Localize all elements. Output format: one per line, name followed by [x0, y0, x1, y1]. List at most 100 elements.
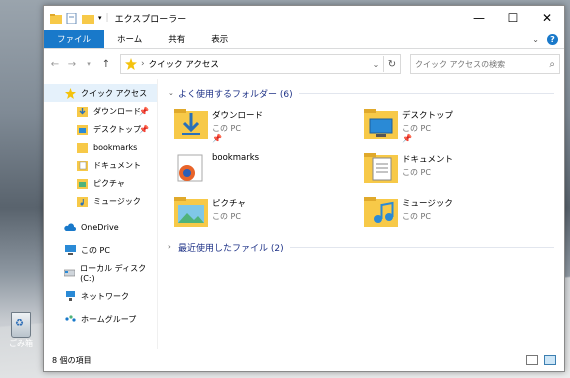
group-header-label: よく使用するフォルダー (6) [178, 89, 293, 100]
sidebar-item-pictures[interactable]: ピクチャ [44, 174, 157, 192]
title-bar[interactable]: ▾ | エクスプローラー — ☐ ✕ [44, 6, 564, 30]
folder-location: この PC [212, 124, 241, 133]
folder-tile-music[interactable]: ミュージック この PC [364, 193, 554, 233]
address-bar[interactable]: › クイック アクセス ⌄ ↻ [120, 54, 401, 74]
network-icon [64, 290, 76, 302]
desktop-folder-icon [364, 109, 398, 139]
folder-icon [50, 13, 62, 24]
address-row: ← → ▾ ↑ › クイック アクセス ⌄ ↻ ⌕ [44, 49, 564, 79]
sidebar-item-label: ドキュメント [93, 160, 141, 170]
recycle-bin-icon [11, 312, 31, 338]
sidebar-item-label: ダウンロード [93, 106, 141, 116]
desktop-folder-icon [76, 123, 88, 135]
firefox-folder-icon [177, 154, 203, 182]
sidebar-item-music[interactable]: ミュージック [44, 192, 157, 210]
collapse-chevron-icon[interactable]: ⌄ [168, 89, 178, 97]
sidebar-item-local-disk[interactable]: ローカル ディスク (C:) [44, 264, 157, 283]
qat-dropdown-icon[interactable]: ▾ [98, 14, 102, 22]
folder-name: ミュージック [402, 199, 453, 209]
folder-location: この PC [402, 168, 431, 177]
download-folder-icon [76, 105, 88, 117]
new-folder-icon[interactable] [82, 13, 94, 24]
sidebar-item-this-pc[interactable]: この PC [44, 241, 157, 259]
star-icon [64, 87, 76, 99]
tab-share[interactable]: 共有 [155, 30, 198, 48]
explorer-window: ▾ | エクスプローラー — ☐ ✕ ファイル ホーム 共有 表示 ⌄ ? ← … [43, 5, 565, 372]
minimize-button[interactable]: — [462, 6, 496, 30]
large-icons-view-icon[interactable] [544, 355, 556, 365]
pin-icon[interactable]: 📌 [402, 134, 453, 143]
pin-icon[interactable]: 📌 [139, 125, 149, 134]
folder-name: ダウンロード [212, 111, 264, 121]
sidebar-item-downloads[interactable]: ダウンロード 📌 [44, 102, 157, 120]
group-frequent-folders[interactable]: ⌄ よく使用するフォルダー (6) [168, 85, 554, 101]
sidebar-item-documents[interactable]: ドキュメント [44, 156, 157, 174]
music-folder-icon [364, 197, 398, 227]
documents-folder-icon [76, 159, 88, 171]
tab-home[interactable]: ホーム [104, 30, 155, 48]
sidebar-item-label: クイック アクセス [81, 88, 148, 98]
sidebar-item-homegroup[interactable]: ホームグループ [44, 310, 157, 328]
group-header-label: 最近使用したファイル (2) [178, 243, 284, 254]
up-arrow-icon[interactable]: ↑ [99, 59, 113, 70]
search-icon[interactable]: ⌕ [549, 59, 559, 70]
sidebar-item-onedrive[interactable]: OneDrive [44, 218, 157, 236]
folder-tile-bookmarks[interactable]: bookmarks [174, 149, 364, 189]
quick-access-toolbar: ▾ | [44, 12, 109, 24]
help-icon[interactable]: ? [547, 33, 558, 45]
folder-location: この PC [402, 124, 431, 133]
music-folder-icon [76, 195, 88, 207]
address-dropdown-icon[interactable]: ⌄ [369, 60, 383, 69]
pin-icon[interactable]: 📌 [139, 107, 149, 116]
homegroup-icon [64, 313, 76, 325]
sidebar-item-label: デスクトップ [93, 124, 141, 134]
folder-name: デスクトップ [402, 111, 454, 121]
sidebar-item-label: この PC [81, 245, 110, 255]
sidebar-item-desktop[interactable]: デスクトップ 📌 [44, 120, 157, 138]
close-button[interactable]: ✕ [530, 6, 564, 30]
pc-icon [64, 244, 76, 256]
address-path[interactable]: クイック アクセス [149, 58, 219, 70]
star-icon [125, 58, 137, 70]
forward-arrow-icon[interactable]: → [65, 59, 79, 70]
details-view-icon[interactable] [526, 355, 538, 365]
tab-view[interactable]: 表示 [198, 30, 241, 48]
folder-location: この PC [402, 212, 431, 221]
breadcrumb-separator-icon: › [141, 59, 145, 69]
maximize-button[interactable]: ☐ [496, 6, 530, 30]
properties-icon[interactable] [66, 12, 78, 24]
tab-file[interactable]: ファイル [44, 30, 105, 48]
sidebar-item-quick-access[interactable]: クイック アクセス [44, 84, 157, 102]
pictures-folder-icon [76, 177, 88, 189]
disk-icon [64, 267, 76, 279]
refresh-icon[interactable]: ↻ [383, 56, 400, 72]
ribbon-expand-icon[interactable]: ⌄ [532, 35, 539, 44]
expand-chevron-icon[interactable]: › [168, 243, 178, 251]
window-title: エクスプローラー [114, 14, 187, 25]
recycle-bin-label: ごみ箱 [9, 339, 33, 348]
back-arrow-icon[interactable]: ← [48, 59, 62, 70]
folder-name: ピクチャ [212, 199, 246, 209]
sidebar-item-label: OneDrive [81, 222, 119, 232]
search-box[interactable]: ⌕ [410, 54, 560, 74]
status-bar: 8 個の項目 [44, 349, 564, 371]
folder-tile-desktop[interactable]: デスクトップ この PC 📌 [364, 105, 554, 145]
pin-icon[interactable]: 📌 [212, 134, 263, 143]
sidebar-item-label: ピクチャ [93, 178, 125, 188]
sidebar-item-label: ホームグループ [81, 314, 137, 324]
recent-locations-icon[interactable]: ▾ [82, 60, 96, 68]
folder-tile-pictures[interactable]: ピクチャ この PC [174, 193, 364, 233]
onedrive-icon [64, 221, 76, 233]
search-input[interactable] [411, 58, 537, 70]
group-recent-files[interactable]: › 最近使用したファイル (2) [168, 239, 554, 255]
download-folder-icon [174, 109, 208, 139]
sidebar-item-network[interactable]: ネットワーク [44, 287, 157, 305]
folder-location: この PC [212, 212, 241, 221]
folder-tile-downloads[interactable]: ダウンロード この PC 📌 [174, 105, 364, 145]
recycle-bin-shortcut[interactable]: ごみ箱 [4, 312, 38, 349]
folder-icon [76, 141, 88, 153]
sidebar-item-label: ネットワーク [81, 291, 129, 301]
folder-tile-documents[interactable]: ドキュメント この PC [364, 149, 554, 189]
sidebar-item-bookmarks[interactable]: bookmarks [44, 138, 157, 156]
ribbon-tabs: ファイル ホーム 共有 表示 ⌄ ? [44, 30, 564, 49]
